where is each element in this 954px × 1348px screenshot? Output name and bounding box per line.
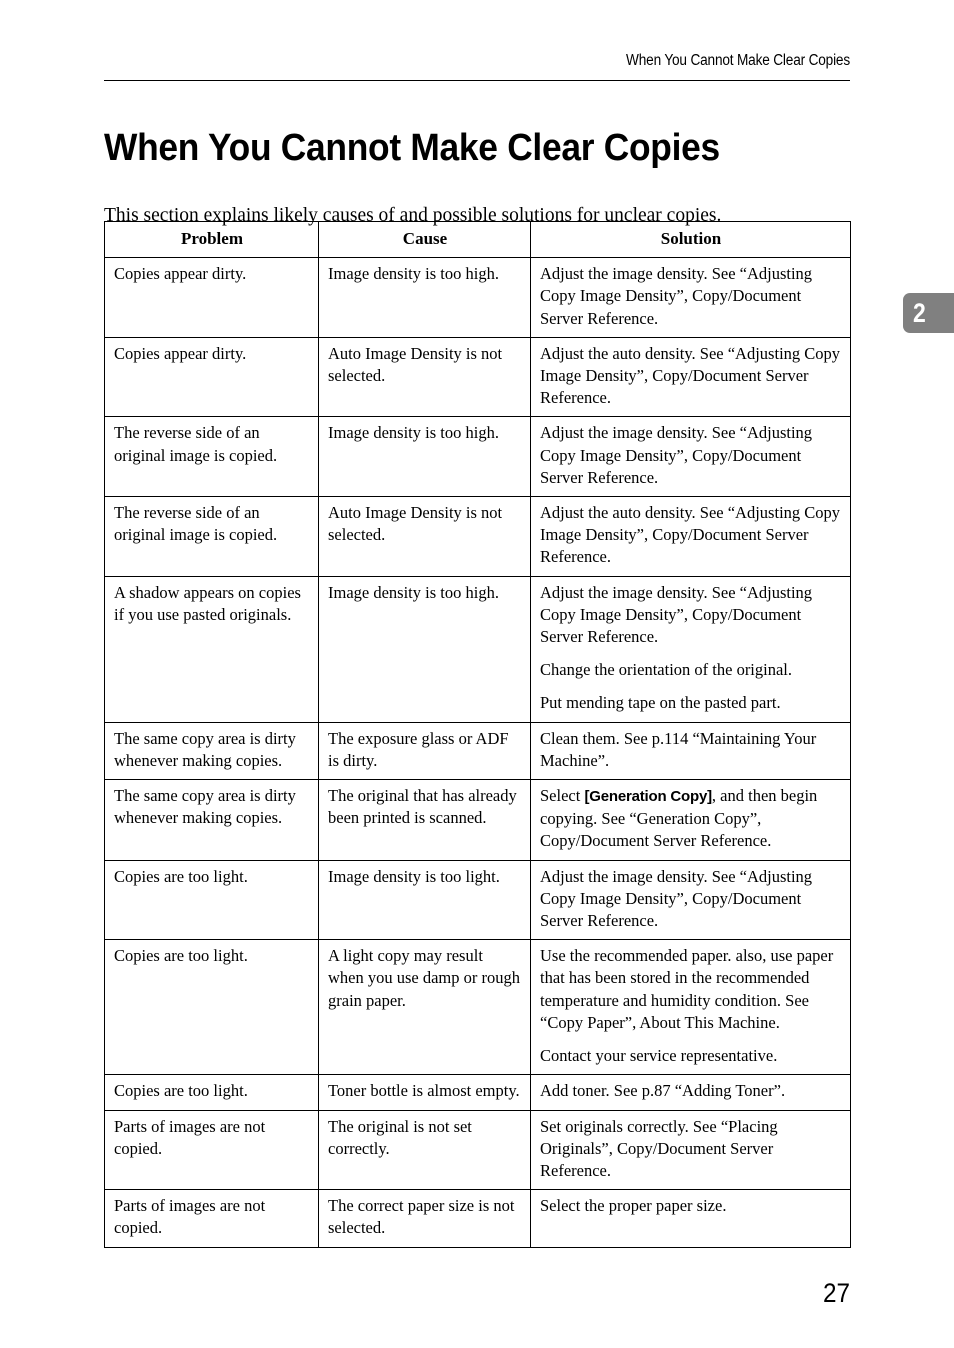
table-body: Copies appear dirty. Image density is too… [104, 257, 851, 1248]
solution-paragraph: Clean them. See p.114 “Maintaining Your … [540, 728, 817, 770]
solution-paragraph: Set originals correctly. See “Placing Or… [540, 1116, 778, 1180]
solution-paragraph: Adjust the image density. See “Adjusting… [540, 423, 813, 487]
table-row: Copies appear dirty. Image density is too… [104, 257, 851, 338]
cell-solution: Use the recommended paper. also, use pap… [530, 939, 851, 1076]
column-header-cause: Cause [318, 220, 531, 259]
solution-paragraph: Use the recommended paper. also, use pap… [540, 946, 834, 1032]
cell-solution: Select the proper paper size. [530, 1189, 851, 1248]
cell-solution: Adjust the image density. See “Adjusting… [530, 859, 851, 941]
table-header-row: Problem Cause Solution [104, 220, 851, 259]
cell-cause: The exposure glass or ADF is dirty. [318, 721, 531, 781]
solution-paragraph: Adjust the auto density. See “Adjusting … [540, 343, 841, 408]
cell-solution: Adjust the auto density. See “Adjusting … [530, 496, 851, 577]
cell-cause: A light copy may result when you use dam… [318, 939, 531, 1076]
table-row: Copies are too light. Image density is to… [104, 859, 851, 941]
cell-problem: Copies appear dirty. [104, 257, 319, 338]
cell-problem: The reverse side of an original image is… [104, 416, 319, 498]
cell-cause: Image density is too high. [318, 416, 531, 498]
running-header: When You Cannot Make Clear Copies [626, 52, 850, 69]
cell-problem: Copies appear dirty. [104, 336, 319, 418]
table-row: The reverse side of an original image is… [104, 496, 851, 577]
cell-solution: Clean them. See p.114 “Maintaining Your … [530, 721, 851, 781]
document-page: When You Cannot Make Clear Copies 2 When… [0, 0, 954, 1348]
cell-cause: Auto Image Density is not selected. [318, 496, 531, 577]
table-row: The same copy area is dirty whenever mak… [104, 721, 851, 781]
cell-cause: The correct paper size is not selected. [318, 1189, 531, 1248]
cell-cause: Image density is too high. [318, 575, 531, 723]
cell-problem: Parts of images are not copied. [104, 1189, 319, 1248]
cell-cause: The original is not set correctly. [318, 1109, 531, 1191]
cell-problem: The reverse side of an original image is… [104, 496, 319, 577]
table-row: Parts of images are not copied. The corre… [104, 1189, 851, 1248]
cell-solution: Set originals correctly. See “Placing Or… [530, 1109, 851, 1191]
header-rule [104, 80, 850, 81]
cell-cause: Image density is too high. [318, 257, 531, 338]
cell-problem: Copies are too light. [104, 859, 319, 941]
cell-problem: The same copy area is dirty whenever mak… [104, 721, 319, 781]
solution-paragraph: Adjust the auto density. See “Adjusting … [540, 503, 841, 567]
table-row: The same copy area is dirty whenever mak… [104, 779, 851, 861]
cell-cause: Image density is too light. [318, 859, 531, 941]
table-row: Copies appear dirty. Auto Image Density i… [104, 336, 851, 418]
solution-paragraph: Change the orientation of the original. [540, 660, 793, 680]
cell-problem: Copies are too light. [104, 1074, 319, 1111]
solution-paragraph: Adjust the image density. See “Adjusting… [540, 582, 813, 647]
solution-paragraph: Add toner. See p.87 “Adding Toner”. [540, 1081, 786, 1101]
table-row: Copies are too light. Toner bottle is alm… [104, 1074, 851, 1111]
cell-solution: Select [Generation Copy], and then begin… [530, 779, 851, 861]
cell-solution: Add toner. See p.87 “Adding Toner”. [530, 1074, 851, 1111]
cell-problem: A shadow appears on copies if you use pa… [104, 575, 319, 723]
solution-paragraph: Select [Generation Copy], and then begin… [540, 785, 842, 853]
cell-cause: Toner bottle is almost empty. [318, 1074, 531, 1111]
cell-solution: Adjust the image density. See “Adjusting… [530, 575, 851, 723]
solution-paragraph: Contact your service representative. [540, 1046, 778, 1066]
solution-paragraph: Adjust the image density. See “Adjusting… [540, 264, 813, 328]
table-row: Copies are too light. A light copy may re… [104, 939, 851, 1076]
table-row: Parts of images are not copied. The origi… [104, 1109, 851, 1191]
page-title: When You Cannot Make Clear Copies [104, 127, 720, 170]
solution-paragraph: Adjust the image density. See “Adjusting… [540, 866, 813, 931]
cell-cause: Auto Image Density is not selected. [318, 336, 531, 418]
column-header-problem: Problem [104, 220, 319, 259]
solution-text-before: Select [540, 786, 585, 806]
cell-cause: The original that has already been print… [318, 779, 531, 861]
page-number: 27 [822, 1278, 850, 1308]
column-header-solution: Solution [530, 220, 851, 259]
cell-problem: Parts of images are not copied. [104, 1109, 319, 1191]
chapter-tab: 2 [903, 293, 954, 333]
chapter-tab-number: 2 [913, 298, 926, 328]
table-row: A shadow appears on copies if you use pa… [104, 575, 851, 723]
solution-paragraph: Select the proper paper size. [540, 1196, 727, 1216]
cell-problem: Copies are too light. [104, 939, 319, 1076]
table-row: The reverse side of an original image is… [104, 416, 851, 498]
cell-solution: Adjust the image density. See “Adjusting… [530, 257, 851, 338]
cell-problem: The same copy area is dirty whenever mak… [104, 779, 319, 861]
solution-paragraph: Put mending tape on the pasted part. [540, 693, 781, 713]
troubleshooting-table: Problem Cause Solution Copies appear dir… [104, 220, 851, 1248]
troubleshooting-table-wrap: Problem Cause Solution Copies appear dir… [104, 220, 851, 1248]
cell-solution: Adjust the auto density. See “Adjusting … [530, 336, 851, 418]
cell-solution: Adjust the image density. See “Adjusting… [530, 416, 851, 498]
generation-copy-button-label: [Generation Copy] [584, 788, 712, 806]
